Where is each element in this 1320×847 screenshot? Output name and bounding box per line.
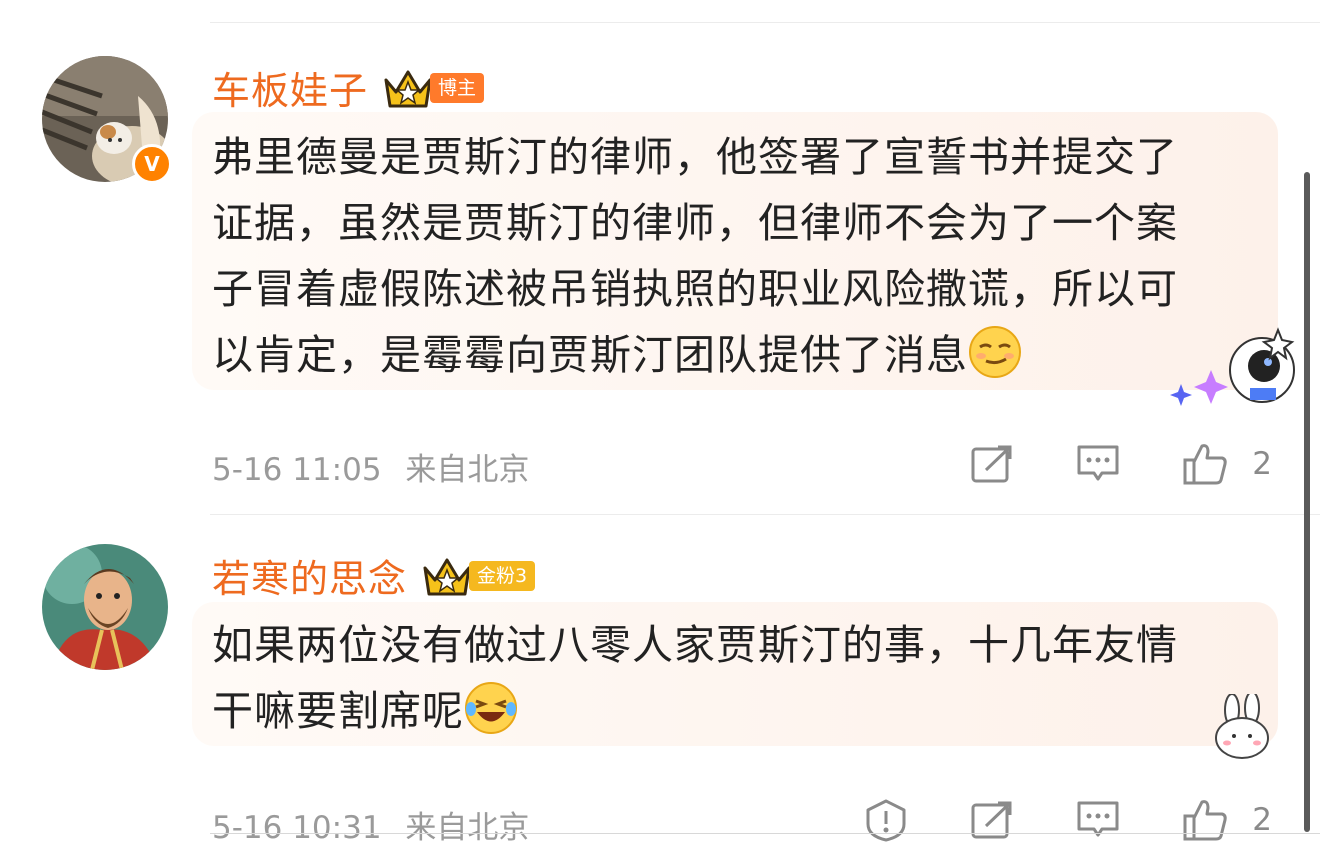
blogger-badge: 博主 [430, 72, 485, 103]
user-row: 车板娃子 博主 [212, 60, 485, 115]
comment-icon [1077, 801, 1119, 837]
repost-button[interactable] [970, 444, 1014, 484]
bottom-divider [210, 833, 1320, 834]
repost-button[interactable] [970, 800, 1014, 840]
comment-icon [1077, 445, 1119, 481]
username[interactable]: 车板娃子 [212, 60, 368, 115]
user-row: 若寒的思念 金粉3 [212, 548, 536, 603]
comment-actions: 2 [802, 798, 1272, 842]
comment-divider [210, 514, 1320, 515]
bunny-sticker-icon [1212, 691, 1274, 764]
avatar[interactable] [42, 544, 168, 670]
like-button[interactable]: 2 [1182, 442, 1272, 486]
report-button[interactable] [864, 798, 908, 842]
astronaut-sticker-icon [1158, 326, 1298, 416]
comment-meta: 5-16 10:31 来自北京 [212, 802, 529, 847]
thumbs-up-icon [1183, 444, 1227, 485]
laughing-tears-emoji [464, 681, 518, 754]
timestamp: 5-16 11:05 [212, 452, 382, 488]
reply-button[interactable] [1076, 799, 1120, 841]
comment-text: 如果两位没有做过八零人家贾斯汀的事，十几年友情 干嘛要割席呢 [212, 612, 1242, 754]
comment-meta: 5-16 11:05 来自北京 [212, 444, 529, 489]
crown-icon [382, 66, 434, 110]
comment-text: 弗里德曼是贾斯汀的律师，他签署了宣誓书并提交了 证据，虽然是贾斯汀的律师，但律师… [212, 124, 1242, 398]
warning-icon [866, 799, 906, 842]
reply-button[interactable] [1076, 443, 1120, 485]
comment-actions: 2 [908, 442, 1272, 486]
fan-level-badge: 金粉3 [469, 560, 536, 591]
scrollbar[interactable] [1304, 172, 1310, 832]
location: 来自北京 [405, 452, 530, 488]
share-icon [971, 445, 1012, 483]
verified-badge-icon: V [132, 144, 172, 184]
smug-face-emoji [968, 325, 1022, 398]
username[interactable]: 若寒的思念 [212, 548, 407, 603]
like-button[interactable]: 2 [1182, 798, 1272, 842]
share-icon [971, 801, 1012, 839]
crown-icon [421, 554, 473, 598]
top-divider [210, 22, 1320, 23]
like-count: 2 [1252, 446, 1272, 482]
thumbs-up-icon [1183, 800, 1227, 841]
